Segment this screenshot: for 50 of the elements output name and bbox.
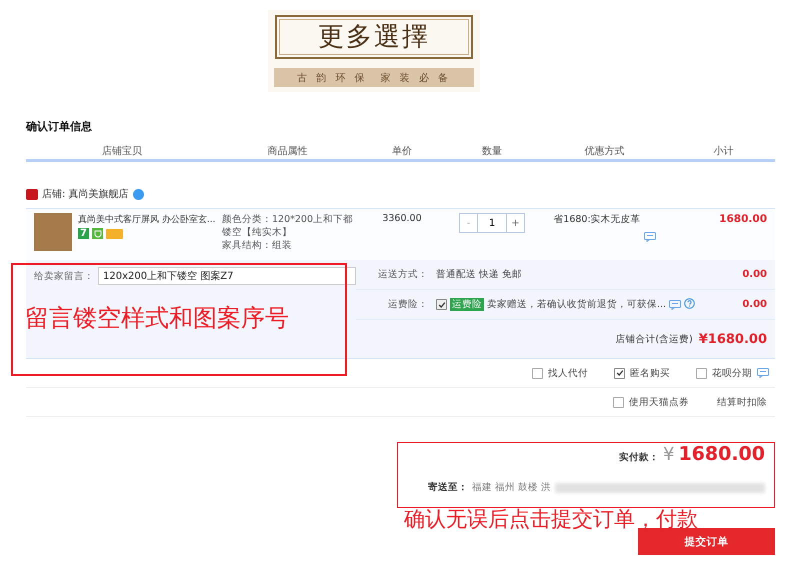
submit-order-button[interactable]: 提交订单 xyxy=(638,528,775,555)
product-attribute: 家具结构：组装 xyxy=(222,239,293,252)
column-header: 数量 xyxy=(481,145,503,159)
shop-name[interactable]: 店铺: 真尚美旗舰店 xyxy=(42,187,129,201)
checkbox[interactable] xyxy=(696,368,707,378)
column-header: 商品属性 xyxy=(266,144,308,159)
shipping-method[interactable]: 普通配送 快递 免邮 xyxy=(436,268,707,281)
address-label: 寄送至： xyxy=(428,481,468,494)
shipping-fee: 0.00 xyxy=(741,269,768,280)
product-name[interactable]: 真尚美中式客厅屏风 办公卧室玄... xyxy=(78,213,216,226)
quantity-field[interactable]: 1 xyxy=(477,214,507,232)
section-title: 确认订单信息 xyxy=(26,119,93,135)
column-header: 小计 xyxy=(712,144,734,159)
payment-amount: 1680.00 xyxy=(678,443,765,465)
checkbox[interactable] xyxy=(436,299,447,310)
discount-text: 省1680:实木无皮革 xyxy=(553,213,641,227)
banner-slogan: 古 韵 环 保 家 装 必 备 xyxy=(274,68,474,87)
store-total: ¥1680.00 xyxy=(698,332,767,346)
insurance-fee: 0.00 xyxy=(741,299,768,310)
badge: 7 xyxy=(78,228,89,239)
option-label[interactable]: 找人代付 xyxy=(548,366,588,380)
address-text: 福建 福州 鼓楼 洪 xyxy=(472,481,551,494)
insurance-label: 运费险： xyxy=(387,298,429,311)
annotation-text: 留言镂空样式和图案序号 xyxy=(25,303,290,333)
option-label[interactable]: 匿名购买 xyxy=(630,366,670,380)
message-label: 给卖家留言： xyxy=(34,270,94,282)
checkbox[interactable] xyxy=(613,396,624,408)
shield-icon xyxy=(92,228,103,239)
coupon-label[interactable]: 使用天猫点券 xyxy=(629,396,689,408)
insurance-text: 卖家赠送，若确认收货前退货，可获保... xyxy=(487,298,666,311)
payment-label: 实付款： xyxy=(619,451,659,464)
message-field[interactable]: 120x200上和下镂空 图案Z7 xyxy=(98,267,356,285)
shipping-label: 运送方式： xyxy=(377,268,429,281)
column-header: 单价 xyxy=(391,144,413,159)
banner-title: 更多選擇 xyxy=(318,22,430,52)
checkbox[interactable] xyxy=(532,368,543,378)
increase-button[interactable]: + xyxy=(507,214,524,232)
subtotal: 1680.00 xyxy=(718,213,768,227)
store-total-label: 店铺合计(含运费) xyxy=(615,332,693,346)
product-attribute: 颜色分类：120*200上和下都镂空【纯实木】 xyxy=(222,213,354,239)
unit-price: 3360.00 xyxy=(381,213,423,226)
column-header: 优惠方式 xyxy=(584,144,626,159)
coupon-note: 结算时扣除 xyxy=(717,396,767,408)
option-label[interactable]: 花呗分期 xyxy=(712,366,752,380)
column-header: 店铺宝贝 xyxy=(101,144,143,159)
insurance-tag: 运费险 xyxy=(450,298,484,311)
card-icon xyxy=(106,228,123,238)
currency-symbol: ¥ xyxy=(663,444,674,465)
help-icon[interactable] xyxy=(684,298,696,312)
checkbox[interactable] xyxy=(614,368,625,378)
